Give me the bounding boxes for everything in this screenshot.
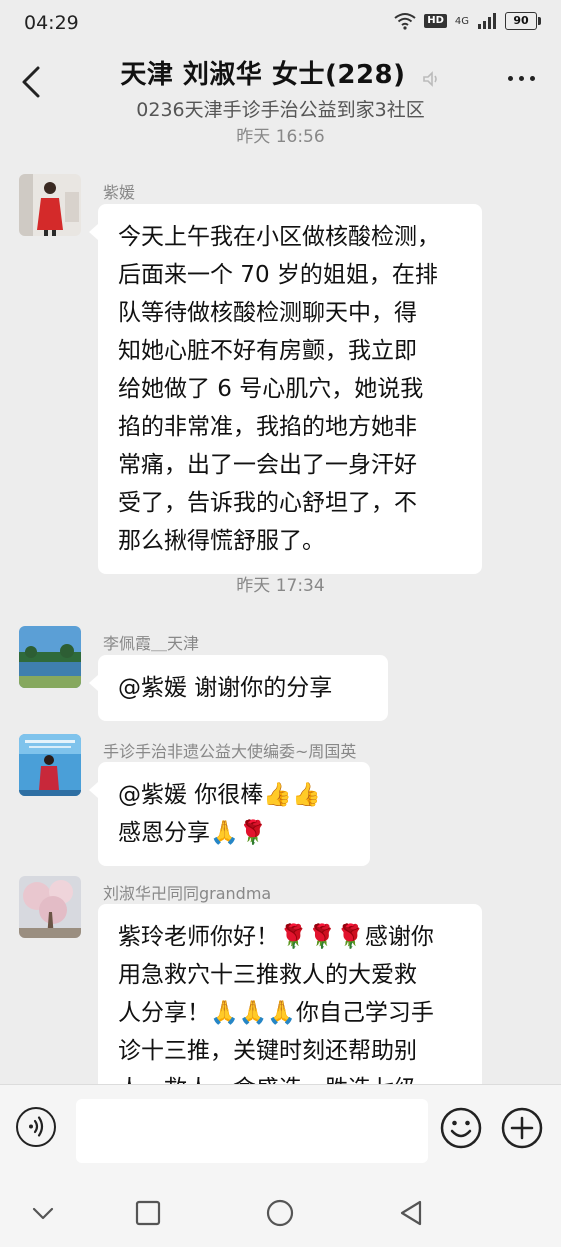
message-line: 受了，告诉我的心舒坦了，不 bbox=[118, 490, 417, 516]
sender-name: 手诊手治非遗公益大使编委~周国英 bbox=[103, 742, 357, 761]
message-line: 常痛，出了一会出了一身汗好 bbox=[118, 452, 417, 478]
message-line: 用急救穴十三推救人的大爱救 bbox=[118, 962, 417, 988]
avatar[interactable] bbox=[19, 626, 81, 688]
title-block: 天津 刘淑华 女士(228) 0236天津手诊手治公益到家3社区 bbox=[0, 54, 561, 122]
chevron-down-icon[interactable] bbox=[28, 1198, 58, 1228]
recent-apps-icon[interactable] bbox=[133, 1198, 163, 1228]
wifi-icon bbox=[394, 13, 416, 30]
message-line: 知她心脏不好有房颤，我立即 bbox=[118, 338, 417, 364]
message-bubble[interactable]: @紫媛 你很棒👍👍 感恩分享🙏🌹 bbox=[89, 762, 370, 866]
avatar[interactable] bbox=[19, 174, 81, 236]
message-line: 今天上午我在小区做核酸检测， bbox=[118, 224, 440, 250]
message-line: 掐的非常准，我掐的地方她非 bbox=[118, 414, 417, 440]
status-icons: HD 4G 90 bbox=[394, 12, 541, 30]
input-bar bbox=[0, 1084, 561, 1179]
signal-icon bbox=[478, 13, 496, 29]
battery-icon: 90 bbox=[505, 12, 541, 30]
avatar[interactable] bbox=[19, 734, 81, 796]
message-bubble[interactable]: @紫媛 谢谢你的分享 bbox=[89, 655, 388, 721]
message-line: 队等待做核酸检测聊天中，得 bbox=[118, 300, 417, 326]
message-line: 诊十三推，关键时刻还帮助别 bbox=[118, 1038, 417, 1064]
system-nav-bar bbox=[0, 1178, 561, 1247]
sender-name: 紫媛 bbox=[103, 183, 136, 202]
message-bubble[interactable]: 今天上午我在小区做核酸检测， 后面来一个 70 岁的姐姐，在排 队等待做核酸检测… bbox=[89, 204, 482, 574]
timestamp: 昨天 17:34 bbox=[236, 576, 325, 596]
sender-name: 刘淑华卍同同grandma bbox=[103, 884, 272, 903]
more-options-icon[interactable] bbox=[508, 76, 535, 81]
nav-back-icon[interactable] bbox=[396, 1198, 426, 1228]
message-line: 人分享！🙏🙏🙏你自己学习手 bbox=[118, 1000, 434, 1026]
sender-name: 李佩霞＿天津 bbox=[103, 634, 200, 653]
mute-speaker-icon bbox=[422, 70, 437, 87]
message-line: 感恩分享🙏🌹 bbox=[118, 820, 268, 846]
message-line: 紫玲老师你好！🌹🌹🌹感谢你 bbox=[118, 924, 434, 950]
chat-title: 天津 刘淑华 女士(228) bbox=[120, 60, 406, 90]
plus-icon[interactable] bbox=[501, 1107, 543, 1149]
status-bar: 04:29 HD 4G 90 bbox=[0, 0, 561, 46]
voice-input-icon[interactable] bbox=[16, 1107, 56, 1147]
hd-badge: HD bbox=[424, 14, 447, 28]
emoji-icon[interactable] bbox=[440, 1107, 482, 1149]
avatar[interactable] bbox=[19, 876, 81, 938]
message-line: 给她做了 6 号心肌穴，她说我 bbox=[118, 376, 424, 402]
message-line: 那么揪得慌舒服了。 bbox=[118, 528, 325, 554]
message-bubble[interactable]: 紫玲老师你好！🌹🌹🌹感谢你 用急救穴十三推救人的大爱救 人分享！🙏🙏🙏你自己学习… bbox=[98, 904, 482, 1084]
message-line: 后面来一个 70 岁的姐姐，在排 bbox=[118, 262, 438, 288]
message-input[interactable] bbox=[76, 1099, 428, 1163]
message-line: 人，救人一命盛造，胜造七级 bbox=[118, 1070, 462, 1084]
network-label: 4G bbox=[454, 15, 469, 27]
status-time: 04:29 bbox=[24, 12, 79, 34]
home-icon[interactable] bbox=[265, 1198, 295, 1228]
chat-header: 天津 刘淑华 女士(228) 0236天津手诊手治公益到家3社区 bbox=[0, 46, 561, 121]
chat-subtitle: 0236天津手诊手治公益到家3社区 bbox=[136, 99, 425, 121]
message-line: @紫媛 你很棒👍👍 bbox=[118, 782, 321, 808]
message-line: @紫媛 谢谢你的分享 bbox=[118, 675, 333, 701]
timestamp: 昨天 16:56 bbox=[236, 127, 325, 147]
